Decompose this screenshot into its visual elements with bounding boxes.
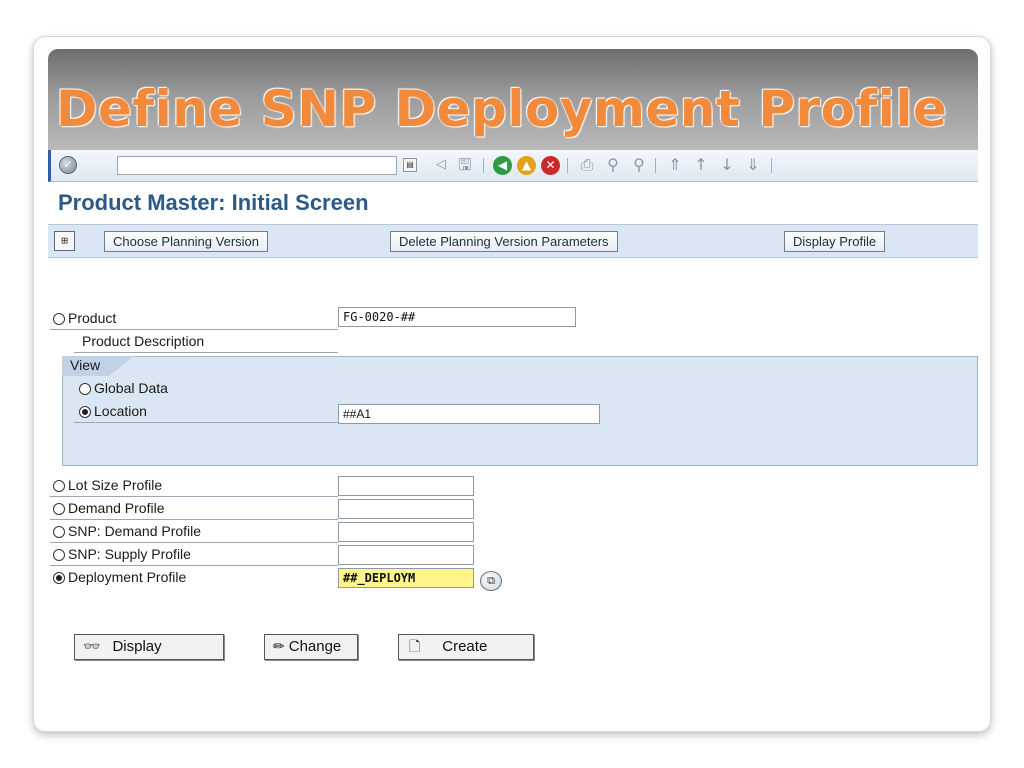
cancel-icon[interactable]: ✕ [541, 156, 560, 175]
hierarchy-icon[interactable]: ⊞ [54, 231, 75, 251]
blank-page-icon: 🗋 [409, 639, 421, 655]
snp-demand-profile-field[interactable] [338, 522, 474, 542]
first-page-icon[interactable]: ⇑ [665, 155, 685, 175]
application-toolbar: ⊞ Choose Planning Version Delete Plannin… [48, 224, 978, 258]
toolbar-separator [771, 158, 772, 173]
slide-banner: Define SNP Deployment Profile [48, 49, 978, 150]
divider [50, 519, 338, 520]
slide-card: Define SNP Deployment Profile ✓ ▤ ◁ 🖫 ◀ … [33, 36, 991, 732]
product-label: Product [68, 310, 117, 326]
pencil-icon: ✏ [273, 639, 285, 655]
display-button-label: Display [112, 638, 162, 655]
location-radio[interactable] [79, 406, 91, 418]
toolbar-separator [655, 158, 656, 173]
deployment-profile-label: Deployment Profile [68, 569, 187, 585]
screen-title: Product Master: Initial Screen [58, 190, 369, 215]
deployment-profile-radio[interactable] [53, 572, 65, 584]
last-page-icon[interactable]: ⇓ [743, 155, 763, 175]
divider [74, 422, 338, 423]
delete-planning-version-parameters-button[interactable]: Delete Planning Version Parameters [390, 231, 618, 252]
slide-title: Define SNP Deployment Profile [56, 80, 948, 138]
display-profile-button[interactable]: Display Profile [784, 231, 886, 252]
divider [74, 352, 338, 353]
snp-demand-profile-label: SNP: Demand Profile [68, 523, 202, 539]
previous-page-icon[interactable]: ↑ [691, 155, 711, 175]
divider [50, 565, 338, 566]
change-button[interactable]: ✏ Change [264, 634, 358, 660]
product-field[interactable]: FG-0020-## [338, 307, 576, 327]
demand-profile-label: Demand Profile [68, 500, 165, 516]
demand-profile-field[interactable] [338, 499, 474, 519]
location-field[interactable]: ##A1 [338, 404, 600, 424]
enter-check-icon[interactable]: ✓ [59, 156, 77, 174]
divider [50, 542, 338, 543]
next-page-icon[interactable]: ↓ [717, 155, 737, 175]
global-data-radio[interactable] [79, 383, 91, 395]
command-history-icon[interactable]: ▤ [403, 158, 417, 172]
demand-profile-radio[interactable] [53, 503, 65, 515]
divider [50, 496, 338, 497]
back-icon[interactable]: ◀ [493, 156, 512, 175]
snp-supply-profile-radio[interactable] [53, 549, 65, 561]
sap-screen: ✓ ▤ ◁ 🖫 ◀ ▲ ✕ ⎙ ⚲ ⚲ ⇑ ↑ ↓ ⇓ Product Mast… [48, 150, 978, 668]
back-arrow-icon[interactable]: ◁ [431, 155, 451, 175]
product-radio[interactable] [53, 313, 65, 325]
command-field[interactable] [117, 156, 397, 175]
create-button[interactable]: 🗋 Create [398, 634, 534, 660]
find-icon[interactable]: ⚲ [603, 155, 623, 175]
toolbar-separator [483, 158, 484, 173]
exit-icon[interactable]: ▲ [517, 156, 536, 175]
print-icon[interactable]: ⎙ [577, 155, 597, 175]
lot-size-profile-field[interactable] [338, 476, 474, 496]
choose-planning-version-button[interactable]: Choose Planning Version [104, 231, 268, 252]
snp-supply-profile-label: SNP: Supply Profile [68, 546, 191, 562]
product-description-label: Product Description [82, 333, 205, 349]
possible-entries-icon[interactable]: ⧉ [480, 571, 502, 591]
divider [50, 329, 338, 330]
lot-size-profile-radio[interactable] [53, 480, 65, 492]
deployment-profile-field[interactable]: ##_DEPLOYM [338, 568, 474, 588]
standard-toolbar: ✓ ▤ ◁ 🖫 ◀ ▲ ✕ ⎙ ⚲ ⚲ ⇑ ↑ ↓ ⇓ [48, 150, 978, 182]
location-label: Location [94, 403, 147, 419]
glasses-icon: 👓 [83, 639, 101, 655]
save-icon[interactable]: 🖫 [455, 155, 475, 175]
create-button-label: Create [442, 638, 488, 655]
change-button-label: Change [288, 638, 342, 655]
snp-demand-profile-radio[interactable] [53, 526, 65, 538]
find-next-icon[interactable]: ⚲ [629, 155, 649, 175]
lot-size-profile-label: Lot Size Profile [68, 477, 163, 493]
snp-supply-profile-field[interactable] [338, 545, 474, 565]
global-data-label: Global Data [94, 380, 168, 396]
toolbar-separator [567, 158, 568, 173]
display-button[interactable]: 👓 Display [74, 634, 224, 660]
